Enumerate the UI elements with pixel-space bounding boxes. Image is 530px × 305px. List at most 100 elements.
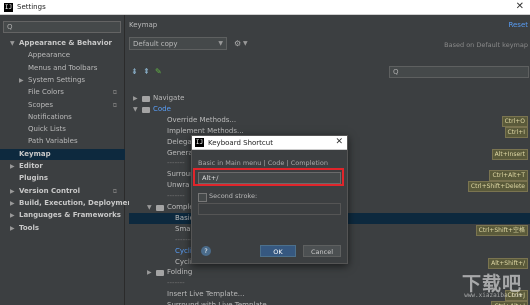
dialog-titlebar: IJ Keyboard Shortcut ✕ (192, 136, 347, 150)
tree-row[interactable]: ▼ Code (129, 104, 530, 115)
action-label: Unwra (167, 181, 190, 190)
sidebar-item[interactable]: Plugins (0, 173, 125, 184)
expand-all-icon[interactable]: ⇟ (131, 67, 138, 76)
action-path: Basic in Main menu | Code | Completion (198, 159, 328, 167)
sidebar-item-label: Appearance (28, 51, 71, 60)
ok-button[interactable]: OK (260, 245, 296, 257)
project-scope-icon: ⧉ (112, 89, 117, 97)
second-stroke-checkbox[interactable] (198, 193, 207, 202)
watermark-url: www.xiazaiba.com (464, 292, 522, 299)
sidebar-item[interactable]: Menus and Toolbars (0, 63, 125, 74)
collapse-all-icon[interactable]: ⇞ (143, 67, 150, 76)
sidebar-item-label: Version Control (19, 186, 80, 195)
page-title: Keymap (129, 21, 158, 29)
sidebar-item-label: Menus and Toolbars (28, 63, 98, 72)
chevron-right-icon[interactable]: ▶ (10, 161, 15, 172)
sidebar-item-label: Build, Execution, Deployment (19, 198, 136, 207)
app-logo-icon: IJ (4, 3, 13, 12)
action-label: Surround with Live Template... (167, 300, 273, 305)
window-titlebar: IJ Settings ✕ (0, 0, 530, 15)
folder-icon (142, 106, 150, 113)
sidebar-item[interactable]: Appearance (0, 50, 125, 61)
chevron-right-icon[interactable]: ▶ (133, 93, 138, 104)
tree-row[interactable]: Surround with Live Template... Ctrl+Alt+J (129, 300, 530, 305)
sidebar-item[interactable]: ▼ Appearance & Behavior (0, 38, 125, 49)
sidebar-item[interactable]: Quick Lists (0, 124, 125, 135)
chevron-down-icon: ▼ (243, 40, 248, 47)
second-stroke-label: Second stroke: (209, 192, 258, 200)
folder-icon (156, 205, 164, 211)
action-label: Override Methods... (167, 115, 237, 124)
action-label: Code (153, 104, 171, 113)
highlight-annotation (193, 168, 344, 186)
separator: ------- (167, 279, 185, 288)
sidebar-item-label: Notifications (28, 112, 72, 121)
sidebar-item-label: Languages & Frameworks (19, 211, 121, 220)
chevron-right-icon[interactable]: ▶ (19, 75, 24, 86)
sidebar-item[interactable]: File Colors ⧉ (0, 87, 125, 98)
search-icon: Q (393, 68, 399, 76)
sidebar-item-label: Tools (19, 223, 40, 232)
chevron-down-icon: ▼ (218, 40, 223, 47)
chevron-right-icon[interactable]: ▶ (147, 267, 152, 278)
folder-icon (142, 96, 150, 102)
project-scope-icon: ⧉ (112, 187, 117, 195)
action-label: Insert Live Template... (167, 290, 245, 299)
sidebar-item[interactable]: Keymap (0, 148, 125, 160)
tree-row[interactable]: ▶ Navigate (129, 93, 530, 104)
sidebar-item-label: Quick Lists (28, 125, 66, 134)
sidebar-item[interactable]: ▶ Build, Execution, Deployment (0, 198, 136, 209)
gear-icon[interactable]: ⚙ (234, 39, 241, 48)
action-label: Navigate (153, 94, 185, 102)
keymap-filter-input[interactable]: Q (389, 66, 529, 78)
sidebar-item[interactable]: ▶ Editor (0, 161, 125, 172)
action-label: Comple (167, 203, 194, 211)
sidebar-item-label: Path Variables (28, 137, 78, 146)
sidebar-item[interactable]: Path Variables (0, 136, 125, 147)
settings-sidebar: Q ▼ Appearance & Behavior Appearance Menus … (0, 15, 136, 305)
shortcut-badge: Ctrl+Alt+J (491, 301, 528, 305)
action-label: Folding (167, 268, 193, 277)
action-label: Genera (167, 148, 193, 157)
chevron-down-icon[interactable]: ▼ (10, 38, 15, 49)
second-stroke-input (198, 203, 341, 215)
based-on-label: Based on Default keymap (444, 41, 528, 49)
chevron-down-icon[interactable]: ▼ (133, 104, 138, 115)
sidebar-item-label: Scopes (28, 100, 53, 109)
app-logo-icon: IJ (195, 138, 204, 147)
sidebar-item[interactable]: ▶ System Settings (0, 75, 125, 86)
chevron-down-icon[interactable]: ▼ (147, 202, 152, 213)
help-icon[interactable]: ? (201, 246, 211, 256)
keymap-select-value: Default copy (133, 40, 178, 48)
edit-pencil-icon[interactable]: ✎ (155, 67, 162, 76)
sidebar-item-label: Editor (19, 162, 43, 170)
close-icon[interactable]: ✕ (516, 1, 524, 12)
sidebar-item-label: Appearance & Behavior (19, 39, 112, 47)
sidebar-item-label: System Settings (28, 75, 86, 84)
chevron-right-icon[interactable]: ▶ (10, 198, 15, 209)
chevron-right-icon[interactable]: ▶ (10, 186, 15, 197)
dialog-title: Keyboard Shortcut (208, 139, 273, 147)
tree-row[interactable]: Override Methods... Ctrl+O (129, 115, 530, 127)
separator: ------- (167, 159, 185, 168)
sidebar-item[interactable]: Scopes ⧉ (0, 100, 125, 111)
sidebar-item[interactable]: ▶ Version Control ⧉ (0, 186, 125, 197)
sidebar-item[interactable]: ▶ Languages & Frameworks (0, 210, 125, 221)
reset-link[interactable]: Reset (508, 21, 528, 29)
separator: ------- (167, 192, 185, 201)
watermark: 下载吧 www.xiazaiba.com (430, 269, 522, 299)
cancel-button[interactable]: Cancel (303, 245, 341, 257)
close-icon[interactable]: ✕ (335, 137, 343, 147)
chevron-right-icon[interactable]: ▶ (10, 210, 15, 221)
keyboard-shortcut-dialog: IJ Keyboard Shortcut ✕ Basic in Main men… (191, 135, 348, 264)
window-title: Settings (17, 3, 46, 11)
sidebar-item[interactable]: Notifications (0, 112, 125, 123)
keymap-select[interactable]: Default copy ▼ (129, 37, 227, 50)
action-label: Cycli (175, 246, 192, 255)
project-scope-icon: ⧉ (112, 101, 117, 109)
chevron-right-icon[interactable]: ▶ (10, 223, 15, 234)
sidebar-item[interactable]: ▶ Tools (0, 223, 125, 234)
folder-icon (156, 270, 164, 277)
settings-search-input[interactable]: Q (3, 21, 121, 33)
search-icon: Q (7, 23, 13, 31)
